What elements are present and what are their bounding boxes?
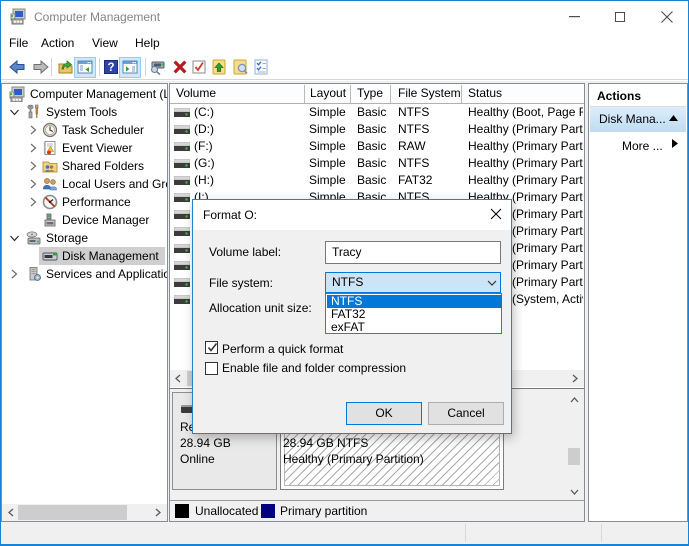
svg-text:?: ?: [107, 62, 114, 74]
